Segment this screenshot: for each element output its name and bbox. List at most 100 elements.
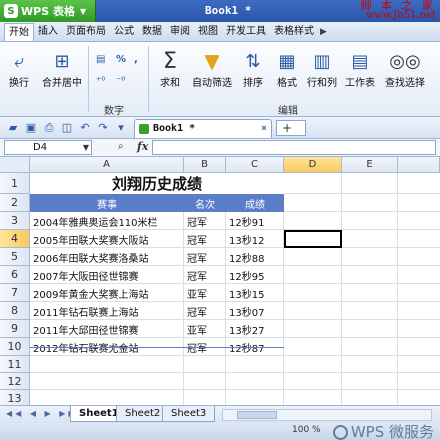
row-header[interactable]: 4 bbox=[0, 230, 30, 248]
comma-button[interactable]: , bbox=[134, 54, 138, 65]
zoom-level[interactable]: 100 % bbox=[292, 425, 321, 435]
active-cell-d4[interactable] bbox=[284, 230, 342, 248]
name-box[interactable]: D4 ▼ bbox=[4, 140, 92, 155]
column-header-f[interactable] bbox=[398, 157, 440, 173]
row-header[interactable]: 12 bbox=[0, 373, 30, 390]
sort-label: 排序 bbox=[243, 78, 263, 89]
row-header[interactable]: 2 bbox=[0, 194, 30, 212]
new-tab-button[interactable]: + ▼ bbox=[276, 120, 306, 148]
app-name: WPS 表格 bbox=[21, 5, 75, 18]
row-header[interactable]: 3 bbox=[0, 212, 30, 230]
ribbon-divider bbox=[148, 46, 149, 112]
scrollbar-thumb[interactable] bbox=[237, 411, 277, 419]
edit-group-label: 编辑 bbox=[278, 106, 298, 117]
print-preview-icon[interactable]: ◫ bbox=[60, 121, 74, 135]
sheet-nav-arrows-icon[interactable]: ◀◀ ◀ ▶ ▶▶ bbox=[6, 409, 78, 418]
horizontal-scrollbar[interactable] bbox=[222, 409, 432, 421]
tab-formulas[interactable]: 公式 bbox=[110, 23, 138, 41]
document-tab[interactable]: Book1 * × bbox=[134, 119, 272, 138]
name-box-value: D4 bbox=[33, 142, 48, 153]
merge-center-icon: ⊞ bbox=[54, 50, 70, 72]
tab-table-style[interactable]: 表格样式 bbox=[270, 23, 318, 41]
undo-icon[interactable]: ↶ bbox=[78, 121, 92, 135]
header-cell-time[interactable]: 成绩 bbox=[226, 194, 284, 212]
rows-columns-button[interactable]: ▥ 行和列 bbox=[304, 48, 340, 90]
percent-button[interactable]: % bbox=[116, 54, 126, 65]
table-bottom-border bbox=[30, 212, 284, 348]
row-header[interactable]: 11 bbox=[0, 356, 30, 373]
column-header-b[interactable]: B bbox=[184, 157, 226, 173]
sigma-icon: Σ bbox=[163, 48, 177, 74]
gridline bbox=[341, 173, 342, 405]
format-button[interactable]: ▦ 格式 bbox=[272, 48, 302, 90]
row-header[interactable]: 6 bbox=[0, 266, 30, 284]
autofilter-label: 自动筛选 bbox=[192, 78, 232, 89]
chevron-down-icon[interactable]: ▼ bbox=[83, 141, 89, 154]
increase-decimal-icon[interactable]: ⁺⁰ bbox=[96, 76, 105, 87]
select-all-corner[interactable] bbox=[0, 157, 30, 173]
status-bar: 100 % WPS 微服务 bbox=[0, 423, 440, 440]
formula-bar: D4 ▼ ⌕ fx bbox=[0, 139, 440, 157]
spreadsheet-grid[interactable]: A B C D E 1 2 3 4 5 6 7 8 9 10 11 12 13 … bbox=[0, 157, 440, 405]
ribbon-panel: ⤶ 换行 ⊞ 合并居中 ▤ % , ⁺⁰ ⁻⁰ 数字 Σ 求和 ▼ 自动筛选 ⇅… bbox=[0, 42, 440, 117]
zoom-icon[interactable]: ⌕ bbox=[118, 141, 124, 152]
find-select-label: 查找选择 bbox=[385, 78, 425, 89]
header-cell-event[interactable]: 赛事 bbox=[30, 194, 184, 212]
sheet-tab-3[interactable]: Sheet3 bbox=[162, 406, 216, 422]
plus-icon: + bbox=[282, 121, 293, 135]
insert-function-icon[interactable]: fx bbox=[137, 140, 148, 153]
number-group-label: 数字 bbox=[104, 106, 124, 117]
decrease-decimal-icon[interactable]: ⁻⁰ bbox=[116, 76, 125, 87]
column-header-d[interactable]: D bbox=[284, 157, 342, 173]
formula-input[interactable] bbox=[152, 140, 436, 155]
worksheet-button[interactable]: ▤ 工作表 bbox=[342, 48, 378, 90]
close-tab-button[interactable]: × bbox=[261, 120, 267, 138]
save-icon[interactable]: ▣ bbox=[24, 121, 38, 135]
merge-center-button[interactable]: ⊞ 合并居中 bbox=[38, 48, 86, 90]
tab-review[interactable]: 审阅 bbox=[166, 23, 194, 41]
wrap-text-icon: ⤶ bbox=[13, 50, 25, 72]
sort-button[interactable]: ⇅ 排序 bbox=[238, 48, 268, 90]
chevron-down-icon: ▼ bbox=[79, 6, 87, 16]
wps-app-menu-button[interactable]: S WPS 表格 ▼ bbox=[0, 0, 96, 22]
row-header[interactable]: 13 bbox=[0, 390, 30, 405]
customize-toolbar-icon[interactable]: ▾ bbox=[114, 121, 128, 135]
sum-label: 求和 bbox=[160, 78, 180, 89]
find-select-button[interactable]: ◎◎ 查找选择 bbox=[380, 48, 430, 90]
column-header-e[interactable]: E bbox=[342, 157, 398, 173]
tab-page-layout[interactable]: 页面布局 bbox=[62, 23, 110, 41]
open-folder-icon[interactable]: ▰ bbox=[6, 121, 20, 135]
worksheet-icon: ▤ bbox=[351, 50, 369, 72]
title-bar: S WPS 表格 ▼ Book1 * 脚 本 之 家 www.Jb51.net bbox=[0, 0, 440, 22]
row-header[interactable]: 10 bbox=[0, 338, 30, 356]
tab-developer[interactable]: 开发工具 bbox=[222, 23, 270, 41]
row-header[interactable]: 7 bbox=[0, 284, 30, 302]
print-icon[interactable]: ⎙ bbox=[42, 121, 56, 135]
tab-data[interactable]: 数据 bbox=[138, 23, 166, 41]
binoculars-icon: ◎◎ bbox=[389, 50, 421, 72]
row-header[interactable]: 5 bbox=[0, 248, 30, 266]
redo-icon[interactable]: ↷ bbox=[96, 121, 110, 135]
tab-home[interactable]: 开始 bbox=[4, 22, 34, 41]
tab-insert[interactable]: 插入 bbox=[34, 23, 62, 41]
ribbon-tabs: 开始 插入 页面布局 公式 数据 审阅 视图 开发工具 表格样式 ▶ bbox=[0, 22, 440, 42]
rows-columns-icon: ▥ bbox=[313, 50, 331, 72]
number-format-icon[interactable]: ▤ bbox=[96, 54, 105, 65]
gridline bbox=[30, 372, 440, 373]
quick-access-toolbar: ▰ ▣ ⎙ ◫ ↶ ↷ ▾ Book1 * × + ▼ bbox=[0, 117, 440, 148]
row-header[interactable]: 1 bbox=[0, 173, 30, 194]
tab-view[interactable]: 视图 bbox=[194, 23, 222, 41]
row-header[interactable]: 9 bbox=[0, 320, 30, 338]
wps-logo-icon: S bbox=[4, 4, 18, 18]
row-header[interactable]: 8 bbox=[0, 302, 30, 320]
wrap-text-button[interactable]: ⤶ 换行 bbox=[2, 48, 36, 90]
rows-columns-label: 行和列 bbox=[307, 78, 337, 89]
sum-button[interactable]: Σ 求和 bbox=[154, 48, 186, 90]
chevron-right-icon[interactable]: ▶ bbox=[320, 27, 327, 37]
autofilter-button[interactable]: ▼ 自动筛选 bbox=[188, 48, 236, 89]
gridline bbox=[30, 389, 440, 390]
column-header-a[interactable]: A bbox=[30, 157, 184, 173]
sheet-title-cell[interactable]: 刘翔历史成绩 bbox=[30, 173, 284, 194]
column-header-c[interactable]: C bbox=[226, 157, 284, 173]
header-cell-rank[interactable]: 名次 bbox=[184, 194, 226, 212]
